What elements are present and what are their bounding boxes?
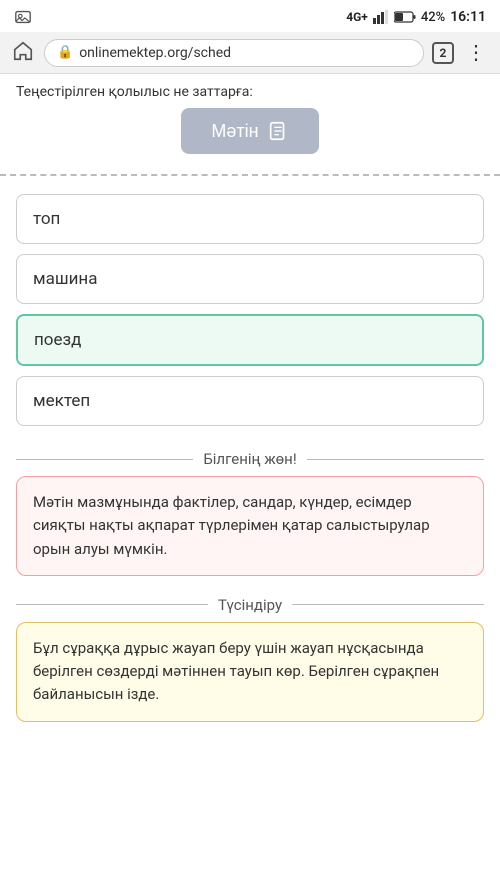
info-box-pink: Мәтін мазмұнында фактілер, сандар, күнде… — [16, 476, 484, 576]
info-box-yellow-text: Бұл сұраққа дұрыс жауап беру үшін жауап … — [33, 639, 439, 704]
signal-indicator: 4G+ — [346, 10, 368, 24]
lock-icon: 🔒 — [57, 45, 73, 60]
options-section: топ машина поезд мектеп — [0, 184, 500, 436]
option-mektep-text: мектеп — [33, 391, 90, 411]
info-box-yellow: Бұл сұраққа дұрыс жауап беру үшін жауап … — [16, 622, 484, 722]
matin-button-label: Мәтін — [211, 121, 258, 142]
url-bar[interactable]: 🔒 onlinemektep.org/sched — [44, 39, 424, 67]
info-label-1: Білгенің жөн! — [203, 450, 296, 468]
option-poezd-text: поезд — [34, 330, 81, 350]
info-divider-2: Түсіндіру — [0, 582, 500, 622]
home-button[interactable] — [10, 38, 36, 67]
matin-button[interactable]: Мәтін — [181, 108, 318, 154]
battery-icon — [394, 11, 416, 23]
browser-menu-button[interactable]: ⋮ — [462, 38, 490, 67]
divider-line-right-2 — [292, 604, 484, 605]
option-poezd[interactable]: поезд — [16, 314, 484, 366]
status-left — [14, 8, 32, 26]
battery-percent: 42% — [421, 10, 445, 25]
info-divider-1: Білгенің жөн! — [0, 436, 500, 476]
dotted-divider — [0, 174, 500, 176]
option-mashina-text: машина — [33, 269, 97, 289]
divider-line-left-1 — [16, 459, 193, 460]
browser-bar: 🔒 onlinemektep.org/sched 2 ⋮ — [0, 32, 500, 74]
status-bar: 4G+ 42% 16:11 — [0, 0, 500, 32]
info-label-2: Түсіндіру — [218, 596, 282, 614]
option-mashina[interactable]: машина — [16, 254, 484, 304]
tab-count-button[interactable]: 2 — [432, 42, 454, 64]
photo-icon — [14, 8, 32, 26]
status-right: 4G+ 42% 16:11 — [346, 9, 486, 25]
divider-line-right-1 — [307, 459, 484, 460]
book-icon — [267, 120, 289, 142]
time-display: 16:11 — [450, 9, 486, 25]
option-top[interactable]: топ — [16, 194, 484, 244]
info-box-pink-text: Мәтін мазмұнында фактілер, сандар, күнде… — [33, 493, 430, 558]
page-content: Теңестірілген қолылыс не заттарға: Мәтін… — [0, 74, 500, 722]
signal-bars-icon — [373, 10, 389, 24]
top-section: Теңестірілген қолылыс не заттарға: Мәтін — [0, 74, 500, 166]
home-icon — [12, 40, 34, 62]
option-mektep[interactable]: мектеп — [16, 376, 484, 426]
hint-text: Теңестірілген қолылыс не заттарға: — [16, 84, 484, 100]
url-text: onlinemektep.org/sched — [79, 45, 231, 61]
divider-line-left-2 — [16, 604, 208, 605]
option-top-text: топ — [33, 209, 60, 229]
